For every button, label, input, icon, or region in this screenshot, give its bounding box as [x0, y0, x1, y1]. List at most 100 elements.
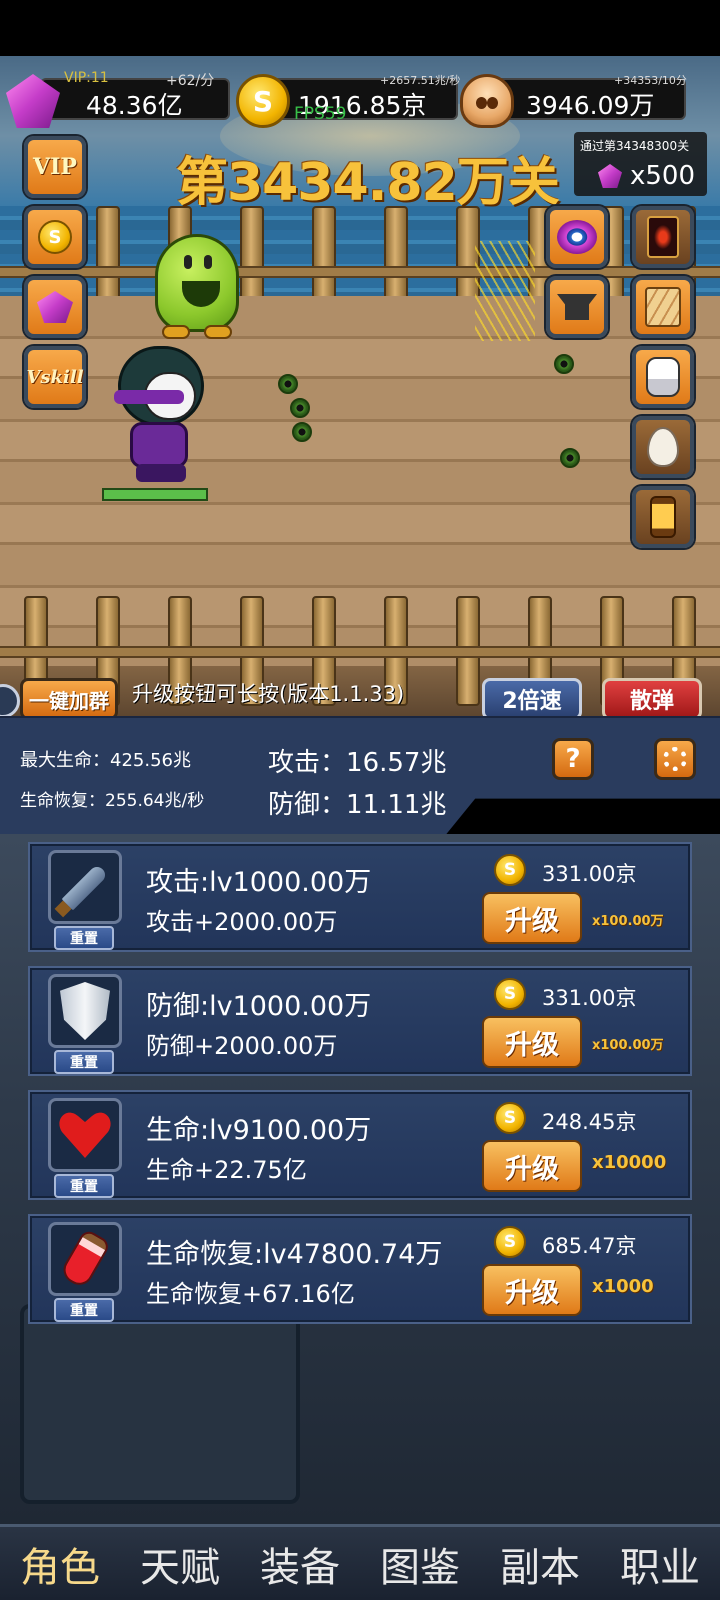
- lantern-button[interactable]: [632, 486, 694, 548]
- robot-icon: [646, 357, 680, 397]
- upgrade-title: 攻击:lv1000.00万: [146, 867, 372, 898]
- ninja-player-character: [108, 346, 208, 486]
- vskill-label: Vskill: [26, 366, 84, 388]
- pass-reward-count: x500: [630, 161, 696, 191]
- upgrade-icon-frame: [48, 1098, 122, 1172]
- gold-coin-icon: S: [494, 1102, 526, 1134]
- shield-icon: [60, 982, 110, 1040]
- upgrade-bonus: 生命+22.75亿: [146, 1156, 307, 1184]
- skull-icon[interactable]: [460, 74, 514, 128]
- gem-icon: [37, 291, 73, 323]
- dagger-icon: [61, 863, 109, 911]
- gem-icon: [598, 164, 622, 188]
- upgrade-button[interactable]: 升级: [482, 1016, 582, 1068]
- nav-equipment[interactable]: 装备: [260, 1535, 340, 1593]
- gem-amount: 48.36亿: [86, 91, 183, 120]
- spike-projectile: [290, 398, 310, 418]
- spike-projectile: [554, 354, 574, 374]
- upgrade-cost: 248.45京: [542, 1110, 637, 1134]
- gear-icon: [663, 747, 687, 771]
- scatter-shot-button[interactable]: 散弹: [602, 678, 702, 720]
- spike-projectile: [292, 422, 312, 442]
- stage-pass-reward[interactable]: 通过第34348300关 x500: [574, 132, 707, 196]
- vskill-button[interactable]: Vskill: [24, 346, 86, 408]
- double-speed-button[interactable]: 2倍速: [482, 678, 582, 720]
- help-button[interactable]: ?: [552, 738, 594, 780]
- upgrade-cost: 331.00京: [542, 986, 637, 1010]
- upgrade-bonus: 防御+2000.00万: [146, 1032, 338, 1060]
- vip-label: VIP: [33, 154, 77, 180]
- status-bar: [0, 0, 720, 56]
- nav-dungeon[interactable]: 副本: [500, 1535, 580, 1593]
- upgrade-cost: 685.47京: [542, 1234, 637, 1258]
- reset-button[interactable]: 重置: [54, 1174, 114, 1198]
- anvil-icon: [557, 294, 597, 320]
- upgrade-card-hp: 重置 生命:lv9100.00万 生命+22.75亿 S 248.45京 升级 …: [28, 1090, 692, 1200]
- forge-button[interactable]: [546, 276, 608, 338]
- pass-reward-text: 通过第34348300关: [580, 139, 690, 153]
- reset-button[interactable]: 重置: [54, 926, 114, 950]
- nav-talent[interactable]: 天赋: [140, 1535, 220, 1593]
- upgrade-title: 生命恢复:lv47800.74万: [146, 1239, 443, 1270]
- vip-button[interactable]: VIP: [24, 136, 86, 198]
- hit-sparkle: [475, 241, 535, 341]
- upgrade-multiplier[interactable]: x100.00万: [592, 1034, 664, 1053]
- spike-projectile: [278, 374, 298, 394]
- upgrade-icon-frame: [48, 850, 122, 924]
- spike-projectile: [560, 448, 580, 468]
- reset-button[interactable]: 重置: [54, 1298, 114, 1322]
- monster-eye-button[interactable]: [546, 206, 608, 268]
- lantern-icon: [650, 496, 676, 538]
- nav-codex[interactable]: 图鉴: [380, 1535, 460, 1593]
- upgrade-title: 防御:lv1000.00万: [146, 991, 372, 1022]
- upgrade-icon-frame: [48, 1222, 122, 1296]
- heart-icon: [58, 1110, 112, 1160]
- defense-stat: 防御：11.11兆: [268, 790, 447, 820]
- upgrade-multiplier[interactable]: x1000: [592, 1276, 654, 1297]
- robot-pet-button[interactable]: [632, 346, 694, 408]
- vip-level: VIP:11: [64, 70, 109, 86]
- gold-coin-icon: S: [494, 1226, 526, 1258]
- gold-shop-button[interactable]: S: [24, 206, 86, 268]
- upgrade-bonus: 攻击+2000.00万: [146, 908, 338, 936]
- upgrade-card-regen: 重置 生命恢复:lv47800.74万 生命恢复+67.16亿 S 685.47…: [28, 1214, 692, 1324]
- upgrade-button[interactable]: 升级: [482, 892, 582, 944]
- cards-collection-button[interactable]: [632, 276, 694, 338]
- stage-title: 第3434.82万关: [176, 153, 560, 213]
- card-icon: [647, 216, 679, 258]
- gold-coin-icon: S: [494, 854, 526, 886]
- fps-counter: FPS59: [294, 104, 347, 124]
- long-press-tip: 升级按钮可长按(版本1.1.33): [132, 682, 405, 706]
- bottom-nav: 角色 天赋 装备 图鉴 副本 职业: [0, 1524, 720, 1600]
- nav-character[interactable]: 角色: [20, 1535, 100, 1593]
- egg-button[interactable]: [632, 416, 694, 478]
- card-button[interactable]: [632, 206, 694, 268]
- join-group-button[interactable]: 一键加群: [20, 678, 118, 720]
- max-hp-stat: 最大生命：425.56兆: [20, 750, 191, 771]
- attack-stat: 攻击：16.57兆: [268, 748, 447, 778]
- upgrade-button[interactable]: 升级: [482, 1264, 582, 1316]
- potion-icon: [58, 1228, 112, 1290]
- reset-button[interactable]: 重置: [54, 1050, 114, 1074]
- gold-coin-icon: S: [494, 978, 526, 1010]
- upgrade-multiplier[interactable]: x100.00万: [592, 910, 664, 929]
- upgrade-title: 生命:lv9100.00万: [146, 1115, 372, 1146]
- upgrade-button[interactable]: 升级: [482, 1140, 582, 1192]
- eye-monster-icon: [557, 220, 597, 254]
- gem-shop-button[interactable]: [24, 276, 86, 338]
- gold-coin-icon: S: [38, 220, 72, 254]
- player-health-bar: [102, 488, 208, 501]
- gold-coin-icon[interactable]: S: [236, 74, 290, 128]
- regen-stat: 生命恢复：255.64兆/秒: [20, 791, 205, 811]
- settings-button[interactable]: [654, 738, 696, 780]
- green-blob-monster: [155, 234, 239, 339]
- upgrade-cost: 331.00京: [542, 862, 637, 886]
- upgrade-multiplier[interactable]: x10000: [592, 1152, 666, 1173]
- nav-class[interactable]: 职业: [620, 1535, 700, 1593]
- upgrade-icon-frame: [48, 974, 122, 1048]
- skull-amount: 3946.09万: [526, 91, 655, 120]
- upgrade-card-defense: 重置 防御:lv1000.00万 防御+2000.00万 S 331.00京 升…: [28, 966, 692, 1076]
- egg-icon: [647, 427, 679, 467]
- upgrade-bonus: 生命恢复+67.16亿: [146, 1280, 355, 1308]
- upgrade-card-attack: 重置 攻击:lv1000.00万 攻击+2000.00万 S 331.00京 升…: [28, 842, 692, 952]
